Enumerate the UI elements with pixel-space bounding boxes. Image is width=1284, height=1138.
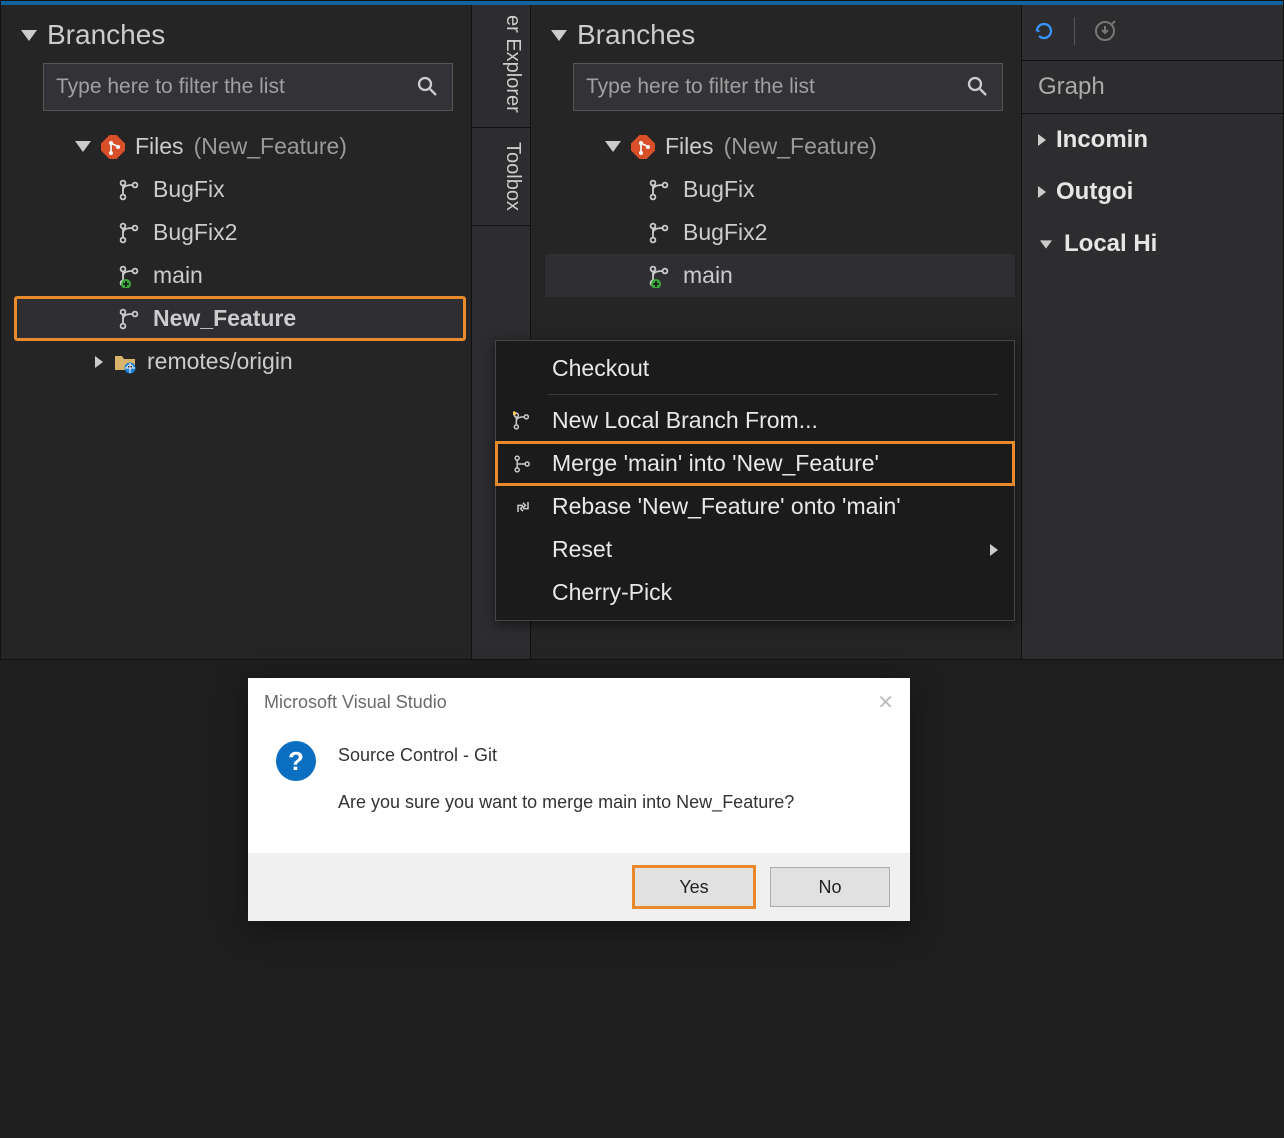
- branch-filter-input[interactable]: Type here to filter the list: [43, 63, 453, 111]
- yes-button[interactable]: Yes: [634, 867, 754, 907]
- branch-filter-input[interactable]: Type here to filter the list: [573, 63, 1003, 111]
- branch-tree: Files (New_Feature) BugFix BugFix2 main: [531, 121, 1021, 303]
- menu-checkout[interactable]: Checkout: [496, 347, 1014, 390]
- branch-label: BugFix: [153, 176, 225, 203]
- branch-icon: [649, 178, 673, 202]
- menu-reset[interactable]: Reset: [496, 528, 1014, 571]
- no-button[interactable]: No: [770, 867, 890, 907]
- menu-separator: [548, 394, 998, 395]
- branches-heading: Branches: [577, 19, 695, 51]
- fetch-icon[interactable]: [1093, 19, 1117, 43]
- dialog-message: Are you sure you want to merge main into…: [338, 792, 794, 813]
- branch-icon: [119, 307, 143, 331]
- branch-icon: [649, 221, 673, 245]
- branch-label: BugFix2: [153, 219, 237, 246]
- branch-bugfix[interactable]: BugFix: [45, 168, 465, 211]
- branch-bugfix[interactable]: BugFix: [575, 168, 1015, 211]
- collapse-icon[interactable]: [551, 30, 567, 41]
- tab-server-explorer[interactable]: er Explorer: [472, 1, 530, 128]
- branch-main[interactable]: main: [45, 254, 465, 297]
- graph-header[interactable]: Graph: [1022, 61, 1283, 114]
- question-icon: ?: [276, 741, 316, 781]
- tab-toolbox[interactable]: Toolbox: [472, 128, 530, 226]
- expand-icon: [605, 141, 621, 152]
- filter-placeholder: Type here to filter the list: [586, 75, 966, 99]
- menu-label: New Local Branch From...: [552, 407, 818, 434]
- remotes-label: remotes/origin: [147, 348, 293, 375]
- repo-node[interactable]: Files (New_Feature): [45, 125, 465, 168]
- confirm-merge-dialog: Microsoft Visual Studio ✕ ? Source Contr…: [248, 678, 910, 921]
- menu-label: Checkout: [552, 355, 649, 382]
- repo-node[interactable]: Files (New_Feature): [575, 125, 1015, 168]
- dialog-title: Microsoft Visual Studio: [264, 692, 447, 713]
- branch-label: BugFix2: [683, 219, 767, 246]
- new-branch-icon: [513, 411, 533, 431]
- rebase-icon: [513, 497, 533, 517]
- menu-cherry-pick[interactable]: Cherry-Pick: [496, 571, 1014, 614]
- remotes-node[interactable]: remotes/origin: [45, 340, 465, 383]
- branch-label: main: [153, 262, 203, 289]
- branch-bugfix2[interactable]: BugFix2: [45, 211, 465, 254]
- branch-new-feature[interactable]: New_Feature: [15, 297, 465, 340]
- repo-label: Files: [665, 133, 714, 160]
- git-repo-icon: [631, 135, 655, 159]
- repo-current-branch: (New_Feature): [724, 133, 877, 160]
- branch-label: BugFix: [683, 176, 755, 203]
- close-icon[interactable]: ✕: [877, 690, 894, 715]
- search-icon: [966, 75, 990, 99]
- expand-icon: [1038, 134, 1046, 146]
- filter-placeholder: Type here to filter the list: [56, 75, 416, 99]
- menu-label: Merge 'main' into 'New_Feature': [552, 450, 879, 477]
- branches-panel-left: Branches Type here to filter the list Fi…: [1, 1, 471, 659]
- branch-icon: [119, 221, 143, 245]
- local-history-header[interactable]: Local Hi: [1022, 218, 1283, 270]
- incoming-header[interactable]: Incomin: [1022, 114, 1283, 166]
- expand-icon: [75, 141, 91, 152]
- search-icon: [416, 75, 440, 99]
- right-strip-panel: Graph Incomin Outgoi Local Hi: [1021, 1, 1283, 659]
- branch-default-icon: [119, 264, 143, 288]
- menu-label: Cherry-Pick: [552, 579, 672, 606]
- branch-label: main: [683, 262, 733, 289]
- branch-label: New_Feature: [153, 305, 296, 332]
- branch-tree: Files (New_Feature) BugFix BugFix2 main …: [1, 121, 471, 389]
- branch-main[interactable]: main: [545, 254, 1015, 297]
- refresh-icon[interactable]: [1032, 19, 1056, 43]
- repo-label: Files: [135, 133, 184, 160]
- branch-icon: [119, 178, 143, 202]
- branch-context-menu: Checkout New Local Branch From... Merge …: [495, 340, 1015, 621]
- menu-new-local-branch[interactable]: New Local Branch From...: [496, 399, 1014, 442]
- branches-heading: Branches: [47, 19, 165, 51]
- merge-icon: [513, 454, 533, 474]
- branch-default-icon: [649, 264, 673, 288]
- repo-current-branch: (New_Feature): [194, 133, 347, 160]
- collapse-icon[interactable]: [21, 30, 37, 41]
- menu-label: Reset: [552, 536, 612, 563]
- git-repo-icon: [101, 135, 125, 159]
- submenu-icon: [990, 544, 998, 556]
- menu-label: Rebase 'New_Feature' onto 'main': [552, 493, 901, 520]
- folder-remote-icon: [113, 350, 137, 374]
- outgoing-header[interactable]: Outgoi: [1022, 166, 1283, 218]
- collapse-icon: [1040, 240, 1052, 248]
- branch-bugfix2[interactable]: BugFix2: [575, 211, 1015, 254]
- menu-merge[interactable]: Merge 'main' into 'New_Feature': [496, 442, 1014, 485]
- dialog-heading: Source Control - Git: [338, 745, 794, 766]
- expand-icon: [1038, 186, 1046, 198]
- expand-icon: [95, 356, 103, 368]
- menu-rebase[interactable]: Rebase 'New_Feature' onto 'main': [496, 485, 1014, 528]
